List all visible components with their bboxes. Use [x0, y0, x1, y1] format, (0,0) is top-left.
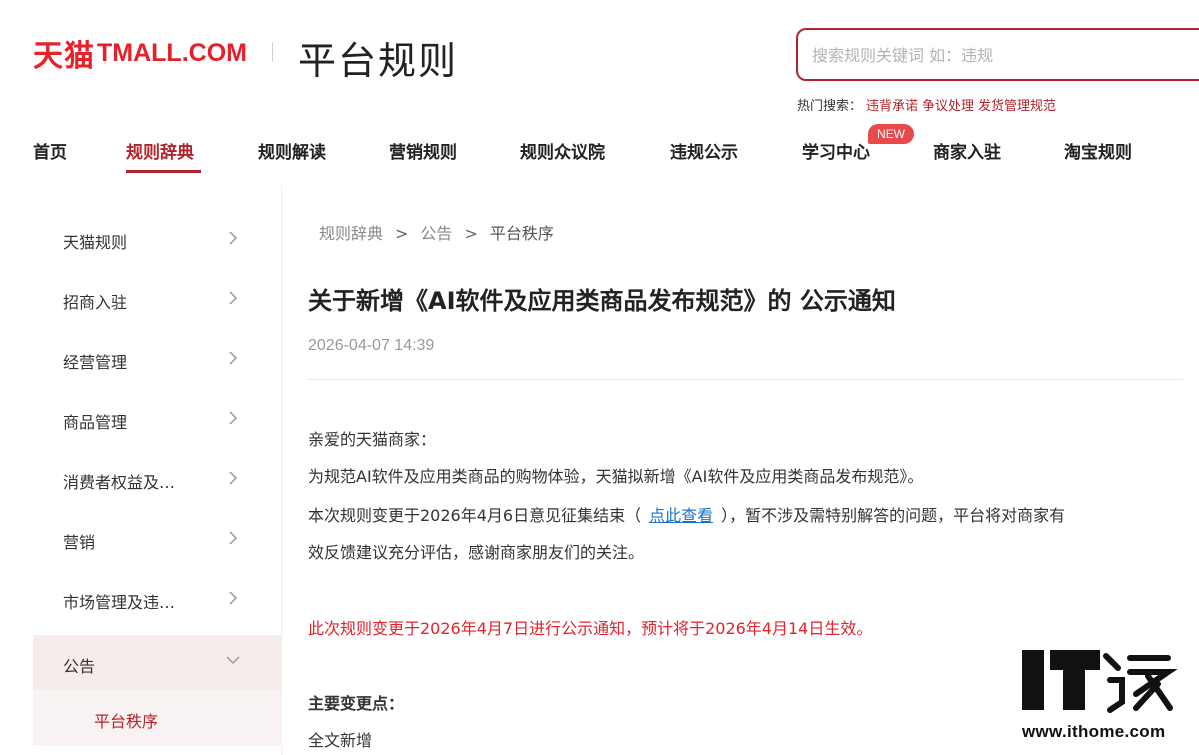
ithome-watermark: www.ithome.com	[1018, 646, 1186, 746]
chevron-right-icon	[229, 471, 238, 485]
sidebar-item-merchant-join[interactable]: 招商入驻	[33, 271, 282, 331]
main-nav: 首页 规则辞典 规则解读 营销规则 规则众议院 违规公示 学习中心 商家入驻 淘…	[0, 128, 1199, 176]
article-effective-notice: 此次规则变更于2026年4月7日进行公示通知，预计将于2026年4月14日生效。	[308, 619, 873, 638]
hot-link-3[interactable]: 发货管理规范	[978, 99, 1056, 114]
chevron-right-icon	[229, 351, 238, 365]
breadcrumb-separator: >	[395, 224, 409, 243]
breadcrumb-rules-dictionary[interactable]: 规则辞典	[319, 224, 383, 243]
article-paragraph-2: 本次规则变更于2026年4月6日意见征集结束（ 点此查看 ），暂不涉及需特别解答的问…	[308, 497, 1065, 534]
sidebar-item-marketing[interactable]: 营销	[33, 511, 282, 571]
logo-cn-text: 天猫	[33, 39, 95, 74]
chevron-right-icon	[229, 231, 238, 245]
nav-rules-dictionary[interactable]: 规则辞典	[126, 138, 194, 163]
article-changes-heading: 主要变更点：	[308, 694, 405, 713]
article-paragraph-2-cont: 效反馈建议充分评估，感谢商家朋友们的关注。	[308, 543, 645, 562]
chevron-right-icon	[229, 531, 238, 545]
breadcrumb-platform-order[interactable]: 平台秩序	[490, 224, 554, 243]
article-date: 2026-04-07 14:39	[308, 337, 435, 354]
sidebar-item-consumer-rights[interactable]: 消费者权益及…	[33, 451, 282, 511]
chevron-right-icon	[229, 291, 238, 305]
site-title: 平台规则	[298, 39, 459, 83]
sidebar-item-operations[interactable]: 经营管理	[33, 331, 282, 391]
tmall-logo[interactable]: 天猫 TMALL.COM	[33, 36, 247, 75]
sidebar-item-market-management[interactable]: 市场管理及违…	[33, 571, 282, 631]
new-badge: NEW	[868, 124, 914, 144]
article-greeting: 亲爱的天猫商家：	[308, 430, 437, 449]
sidebar-item-label: 营销	[63, 533, 96, 552]
article-changes-text: 全文新增	[308, 731, 373, 750]
view-here-link[interactable]: 点此查看	[649, 506, 713, 525]
paragraph-text: ），暂不涉及需特别解答的问题，平台将对商家有	[721, 506, 1066, 525]
sidebar-item-label: 天猫规则	[63, 233, 128, 252]
nav-rules-forum[interactable]: 规则众议院	[520, 138, 605, 163]
chevron-right-icon	[229, 411, 238, 425]
sidebar-item-tmall-rules[interactable]: 天猫规则	[33, 211, 282, 271]
sidebar-item-label: 经营管理	[63, 353, 128, 372]
sidebar: 天猫规则 招商入驻 经营管理 商品管理 消费者权益及… 营销 市场管理及违… 公…	[33, 185, 282, 755]
hot-link-1[interactable]: 违背承诺	[866, 99, 918, 114]
nav-taobao-rules[interactable]: 淘宝规则	[1064, 138, 1132, 163]
chevron-right-icon	[229, 591, 238, 605]
sidebar-item-product-management[interactable]: 商品管理	[33, 391, 282, 451]
breadcrumb-separator: >	[464, 224, 478, 243]
nav-rules-interpretation[interactable]: 规则解读	[258, 138, 326, 163]
sidebar-subitem-label: 平台秩序	[94, 712, 159, 731]
ithome-logo-icon	[1022, 650, 1178, 713]
header-divider	[272, 42, 273, 62]
nav-violation-notice[interactable]: 违规公示	[670, 138, 738, 163]
sidebar-item-label: 消费者权益及…	[63, 473, 176, 492]
search-input[interactable]	[812, 42, 1192, 68]
hot-searches: 热门搜索： 违背承诺 争议处理 发货管理规范	[797, 95, 1056, 114]
sidebar-item-label: 公告	[63, 657, 96, 676]
article-title: 关于新增《AI软件及应用类商品发布规范》的 公示通知	[308, 287, 896, 315]
hot-link-2[interactable]: 争议处理	[922, 99, 974, 114]
nav-marketing-rules[interactable]: 营销规则	[389, 138, 457, 163]
hot-label: 热门搜索：	[797, 99, 863, 114]
article-paragraph-1: 为规范AI软件及应用类商品的购物体验，天猫拟新增《AI软件及应用类商品发布规范》…	[308, 467, 924, 486]
sidebar-item-label: 招商入驻	[63, 293, 128, 312]
chevron-down-icon	[226, 656, 240, 665]
logo-en-text: TMALL.COM	[97, 38, 247, 67]
sidebar-subitem-platform-order[interactable]: 平台秩序	[33, 690, 282, 746]
breadcrumb: 规则辞典 > 公告 > 平台秩序	[319, 220, 554, 244]
ithome-url: www.ithome.com	[1022, 722, 1166, 741]
sidebar-item-announcements[interactable]: 公告	[33, 635, 282, 691]
nav-merchant-join[interactable]: 商家入驻	[933, 138, 1001, 163]
nav-home[interactable]: 首页	[33, 138, 67, 163]
search-box[interactable]	[796, 28, 1199, 81]
sidebar-item-label: 市场管理及违…	[63, 593, 176, 612]
breadcrumb-announcements[interactable]: 公告	[420, 224, 452, 243]
nav-active-underline	[126, 170, 201, 173]
content-divider	[308, 379, 1183, 380]
sidebar-item-label: 商品管理	[63, 413, 128, 432]
paragraph-text: 本次规则变更于2026年4月6日意见征集结束（	[308, 506, 642, 525]
nav-learning-center[interactable]: 学习中心	[802, 138, 870, 163]
